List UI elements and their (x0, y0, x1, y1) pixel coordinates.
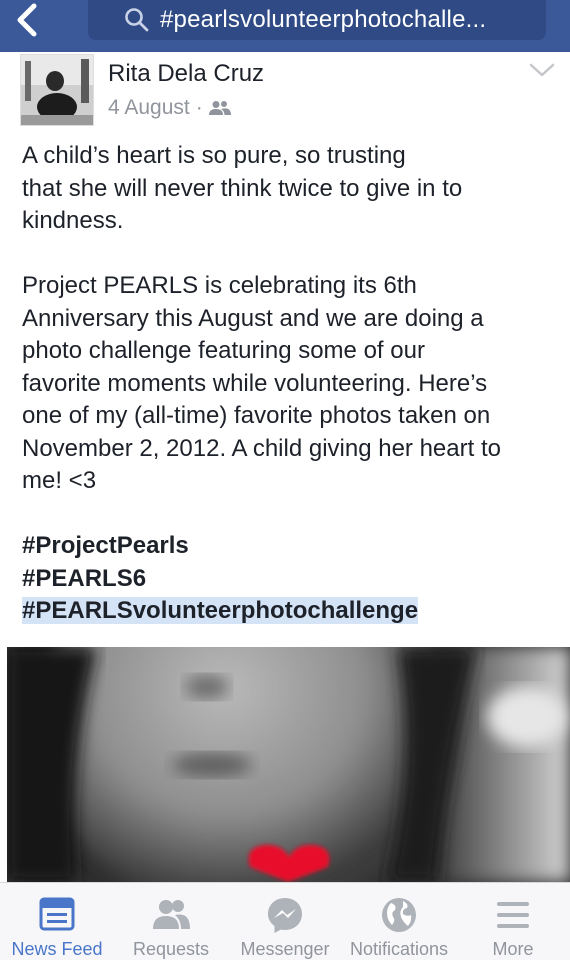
hashtag-link-highlighted[interactable]: #PEARLSvolunteerphotochallenge (22, 597, 419, 624)
nav-messenger[interactable]: Messenger (228, 883, 342, 960)
news-feed-icon (39, 897, 75, 931)
search-query: #pearlsvolunteerphotochalle... (160, 6, 487, 33)
nav-requests[interactable]: Requests (114, 883, 228, 960)
post-paragraph: A child’s heart is so pure, so trusting … (22, 142, 463, 234)
photo-image (7, 647, 570, 882)
hashtag-link[interactable]: #PEARLS6 (22, 565, 146, 592)
post-meta: 4 August · (108, 96, 231, 120)
post-author[interactable]: Rita Dela Cruz (108, 60, 264, 88)
messenger-icon (268, 898, 302, 933)
nav-label: More (492, 939, 534, 959)
menu-icon (497, 902, 529, 928)
friends-icon (208, 101, 231, 115)
nav-label: Messenger (240, 939, 330, 959)
globe-icon (382, 898, 416, 932)
friend-requests-icon (153, 900, 190, 929)
nav-label: News Feed (11, 939, 103, 959)
post-paragraph: Project PEARLS is celebrating its 6th An… (22, 272, 501, 494)
avatar[interactable] (20, 54, 94, 126)
post-photo[interactable] (7, 647, 570, 882)
nav-more[interactable]: More (456, 883, 570, 960)
hashtag-list: #ProjectPearls #PEARLS6 #PEARLSvolunteer… (22, 530, 552, 628)
nav-notifications[interactable]: Notifications (342, 883, 456, 960)
hashtag-link[interactable]: #ProjectPearls (22, 532, 189, 559)
top-bar: #pearlsvolunteerphotochalle... (0, 0, 570, 52)
chevron-left-icon (17, 3, 37, 37)
bottom-navigation: News Feed Requests Messenger Notificatio… (0, 882, 570, 960)
post-date[interactable]: 4 August (108, 96, 190, 120)
search-icon (125, 8, 149, 32)
nav-label: Notifications (349, 939, 449, 959)
search-input[interactable]: #pearlsvolunteerphotochalle... (88, 0, 546, 40)
nav-label: Requests (132, 939, 210, 959)
meta-separator: · (195, 96, 203, 119)
nav-news-feed[interactable]: News Feed (0, 883, 114, 960)
post-text: A child’s heart is so pure, so trusting … (22, 140, 552, 628)
back-button[interactable] (14, 0, 64, 40)
chevron-down-icon[interactable] (528, 60, 556, 80)
avatar-image (21, 55, 93, 125)
